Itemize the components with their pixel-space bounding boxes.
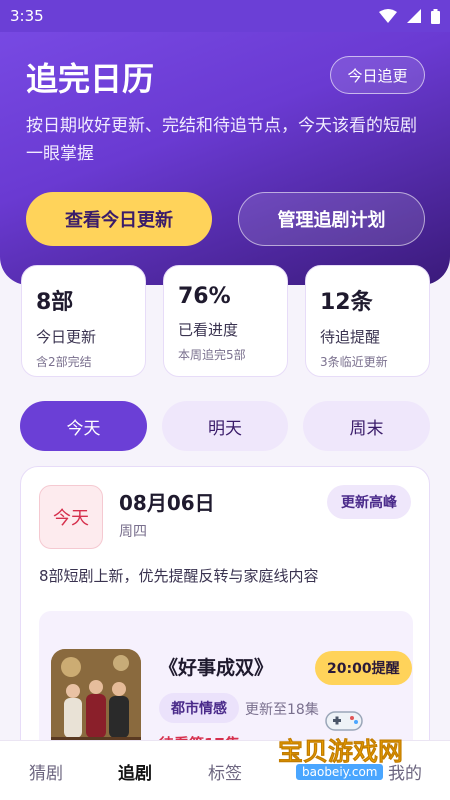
status-bar: 3:35 (0, 0, 450, 32)
stat-value: 12条 (320, 290, 373, 315)
view-today-updates-button[interactable]: 查看今日更新 (26, 192, 212, 246)
stat-note: 含2部完结 (36, 355, 92, 369)
signal-icon (407, 9, 421, 23)
stat-value: 8部 (36, 290, 74, 315)
genre-chip: 都市情感 (159, 693, 239, 723)
hero-subtitle: 按日期收好更新、完结和待追节点，今天该看的短剧一眼掌握 (26, 116, 417, 164)
manage-plan-button[interactable]: 管理追剧计划 (238, 192, 425, 246)
watermark: 宝贝游戏网 baobeiy.com (278, 702, 448, 786)
nav-item-tags[interactable]: 标签 (208, 759, 242, 784)
reminder-chip[interactable]: 20:00提醒 (315, 651, 412, 685)
watermark-url: baobeiy.com (296, 764, 384, 780)
peak-tag: 更新高峰 (327, 485, 411, 519)
stat-label: 已看进度 (178, 321, 239, 339)
status-time: 3:35 (10, 7, 44, 25)
status-icons (379, 8, 440, 24)
tab-tomorrow[interactable]: 明天 (162, 401, 288, 451)
stat-note: 本周追完5部 (178, 348, 246, 362)
stat-note: 3条临近更新 (320, 355, 388, 369)
tab-weekend[interactable]: 周末 (303, 401, 430, 451)
hero-header: 追完日历 今日追更 按日期收好更新、完结和待追节点，今天该看的短剧一眼掌握 查看… (0, 0, 450, 285)
day-date: 08月06日 (119, 491, 215, 515)
gamepad-icon (325, 711, 363, 731)
nav-item-guess[interactable]: 猜剧 (29, 759, 63, 784)
watermark-text: 宝贝游戏网 (278, 737, 404, 767)
stat-label: 待追提醒 (320, 328, 381, 346)
stat-card-progress[interactable]: 76% 已看进度 本周追完5部 (163, 265, 288, 377)
show-title: 《好事成双》 (159, 657, 274, 679)
day-description: 8部短剧上新，优先提醒反转与家庭线内容 (39, 567, 319, 585)
battery-icon (431, 8, 440, 24)
wifi-icon (379, 9, 397, 23)
stat-card-reminders[interactable]: 12条 待追提醒 3条临近更新 (305, 265, 430, 377)
stat-value: 76% (178, 284, 231, 309)
today-follow-chip[interactable]: 今日追更 (330, 56, 425, 94)
stat-card-today-updates[interactable]: 8部 今日更新 含2部完结 (21, 265, 146, 377)
today-badge: 今天 (39, 485, 103, 549)
nav-item-follow[interactable]: 追剧 (118, 759, 152, 784)
stat-label: 今日更新 (36, 328, 97, 346)
tab-today[interactable]: 今天 (20, 401, 147, 451)
day-weekday: 周四 (119, 524, 147, 540)
page-title: 追完日历 (26, 60, 155, 98)
